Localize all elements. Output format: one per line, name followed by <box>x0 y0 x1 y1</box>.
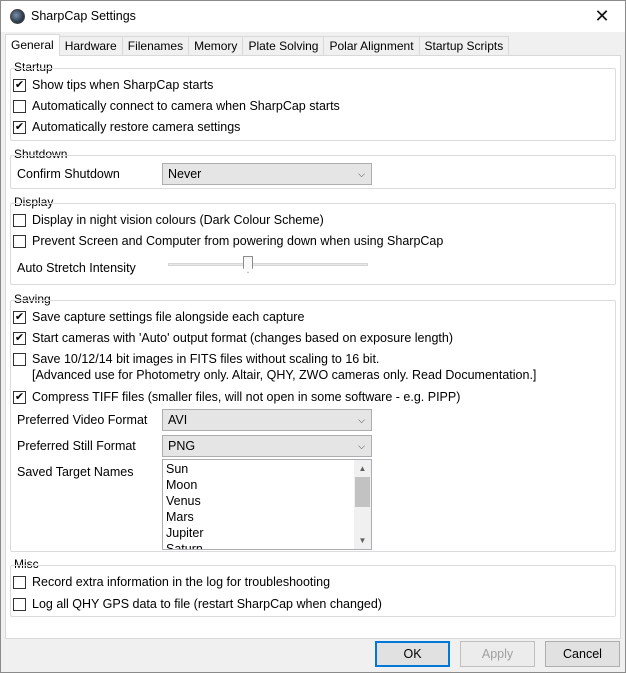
prevent-sleep-option[interactable]: Prevent Screen and Computer from powerin… <box>13 233 443 249</box>
list-item[interactable]: Saturn <box>163 541 355 549</box>
compress-tiff-checkbox[interactable]: ✔ <box>13 391 26 404</box>
show-tips-checkbox[interactable]: ✔ <box>13 79 26 92</box>
still-format-value: PNG <box>168 439 196 453</box>
auto-output-format-label: Start cameras with 'Auto' output format … <box>32 331 453 345</box>
auto-output-format-checkbox[interactable]: ✔ <box>13 332 26 345</box>
list-item[interactable]: Jupiter <box>163 525 355 541</box>
still-format-label: Preferred Still Format <box>17 439 136 453</box>
auto-restore-option[interactable]: ✔ Automatically restore camera settings <box>13 119 240 135</box>
extra-log-option[interactable]: Record extra information in the log for … <box>13 574 330 590</box>
qhy-gps-checkbox[interactable] <box>13 598 26 611</box>
confirm-shutdown-value: Never <box>168 167 202 181</box>
prevent-sleep-label: Prevent Screen and Computer from powerin… <box>32 234 444 248</box>
tab-hardware[interactable]: Hardware <box>59 36 123 56</box>
list-item[interactable]: Mars <box>163 509 355 525</box>
auto-stretch-label: Auto Stretch Intensity <box>17 261 136 275</box>
tab-plate-solving[interactable]: Plate Solving <box>243 36 325 56</box>
prevent-sleep-checkbox[interactable] <box>13 235 26 248</box>
fits-no-scaling-checkbox[interactable] <box>13 353 26 366</box>
confirm-shutdown-select[interactable]: Never ⌵ <box>162 163 372 185</box>
list-item[interactable]: Venus <box>163 493 355 509</box>
chevron-down-icon: ⌵ <box>358 169 365 179</box>
show-tips-option[interactable]: ✔ Show tips when SharpCap starts <box>13 77 213 93</box>
general-tab-panel: Startup ✔ Show tips when SharpCap starts… <box>5 55 621 639</box>
title-bar: SharpCap Settings ✕ <box>1 1 625 32</box>
video-format-value: AVI <box>168 413 188 427</box>
still-format-select[interactable]: PNG ⌵ <box>162 435 372 457</box>
save-settings-file-label: Save capture settings file alongside eac… <box>32 310 305 324</box>
tab-filenames[interactable]: Filenames <box>122 36 190 56</box>
tab-memory[interactable]: Memory <box>189 36 244 56</box>
target-names-label: Saved Target Names <box>17 465 134 479</box>
ok-button[interactable]: OK <box>375 641 450 667</box>
auto-connect-option[interactable]: Automatically connect to camera when Sha… <box>13 98 340 114</box>
video-format-label: Preferred Video Format <box>17 413 148 427</box>
extra-log-checkbox[interactable] <box>13 576 26 589</box>
qhy-gps-label: Log all QHY GPS data to file (restart Sh… <box>32 597 382 611</box>
target-names-listbox[interactable]: Sun Moon Venus Mars Jupiter Saturn ▲ ▼ <box>162 459 372 550</box>
auto-output-format-option[interactable]: ✔ Start cameras with 'Auto' output forma… <box>13 330 453 346</box>
tab-polar-alignment[interactable]: Polar Alignment <box>324 36 420 56</box>
tab-strip: General Hardware Filenames Memory Plate … <box>5 34 510 56</box>
save-settings-file-checkbox[interactable]: ✔ <box>13 311 26 324</box>
cancel-button[interactable]: Cancel <box>545 641 620 667</box>
night-vision-label: Display in night vision colours (Dark Co… <box>32 213 324 227</box>
confirm-shutdown-label: Confirm Shutdown <box>17 167 120 181</box>
compress-tiff-label: Compress TIFF files (smaller files, will… <box>32 390 461 404</box>
auto-restore-checkbox[interactable]: ✔ <box>13 121 26 134</box>
settings-dialog: SharpCap Settings ✕ General Hardware Fil… <box>0 0 626 673</box>
button-bar: OK Apply Cancel <box>1 640 625 672</box>
window-title: SharpCap Settings <box>31 9 136 23</box>
save-settings-file-option[interactable]: ✔ Save capture settings file alongside e… <box>13 309 304 325</box>
compress-tiff-option[interactable]: ✔ Compress TIFF files (smaller files, wi… <box>13 389 460 405</box>
auto-stretch-slider-track[interactable] <box>168 263 368 266</box>
scroll-down-icon[interactable]: ▼ <box>354 532 371 549</box>
apply-button[interactable]: Apply <box>460 641 535 667</box>
sharpcap-app-icon <box>10 9 25 24</box>
fits-no-scaling-text: Save 10/12/14 bit images in FITS files w… <box>32 351 536 383</box>
chevron-down-icon: ⌵ <box>358 441 365 451</box>
fits-no-scaling-option[interactable]: Save 10/12/14 bit images in FITS files w… <box>13 351 536 383</box>
night-vision-option[interactable]: Display in night vision colours (Dark Co… <box>13 212 324 228</box>
tab-general[interactable]: General <box>5 34 60 56</box>
auto-connect-checkbox[interactable] <box>13 100 26 113</box>
scroll-thumb[interactable] <box>355 477 370 507</box>
auto-connect-label: Automatically connect to camera when Sha… <box>32 99 340 113</box>
extra-log-label: Record extra information in the log for … <box>32 575 331 589</box>
target-names-scrollbar[interactable]: ▲ ▼ <box>354 460 371 549</box>
close-icon[interactable]: ✕ <box>579 1 625 32</box>
scroll-up-icon[interactable]: ▲ <box>354 460 371 477</box>
fits-no-scaling-note: [Advanced use for Photometry only. Altai… <box>32 368 537 382</box>
chevron-down-icon: ⌵ <box>358 415 365 425</box>
video-format-select[interactable]: AVI ⌵ <box>162 409 372 431</box>
auto-restore-label: Automatically restore camera settings <box>32 120 241 134</box>
list-item[interactable]: Moon <box>163 477 355 493</box>
night-vision-checkbox[interactable] <box>13 214 26 227</box>
fits-no-scaling-label: Save 10/12/14 bit images in FITS files w… <box>32 352 380 366</box>
qhy-gps-option[interactable]: Log all QHY GPS data to file (restart Sh… <box>13 596 382 612</box>
tab-startup-scripts[interactable]: Startup Scripts <box>419 36 510 56</box>
list-item[interactable]: Sun <box>163 461 355 477</box>
show-tips-label: Show tips when SharpCap starts <box>32 78 214 92</box>
